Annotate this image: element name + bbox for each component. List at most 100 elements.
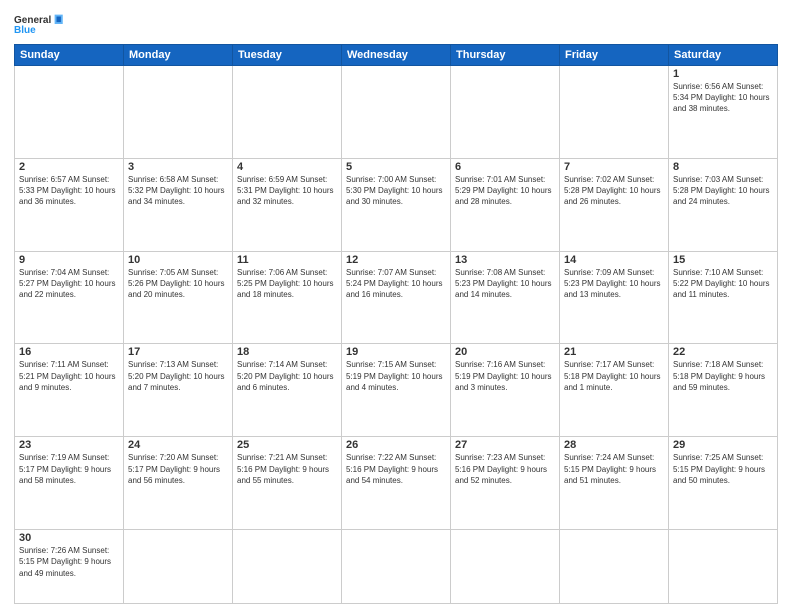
calendar-cell: 13Sunrise: 7:08 AM Sunset: 5:23 PM Dayli… (451, 251, 560, 344)
day-info: Sunrise: 7:03 AM Sunset: 5:28 PM Dayligh… (673, 174, 773, 208)
weekday-header-friday: Friday (560, 45, 669, 66)
calendar-cell: 18Sunrise: 7:14 AM Sunset: 5:20 PM Dayli… (233, 344, 342, 437)
calendar-cell: 26Sunrise: 7:22 AM Sunset: 5:16 PM Dayli… (342, 437, 451, 530)
calendar-cell (342, 530, 451, 604)
calendar-cell: 16Sunrise: 7:11 AM Sunset: 5:21 PM Dayli… (15, 344, 124, 437)
calendar-cell (342, 66, 451, 159)
calendar-cell (124, 530, 233, 604)
weekday-header-sunday: Sunday (15, 45, 124, 66)
day-number: 26 (346, 439, 446, 451)
calendar-cell: 17Sunrise: 7:13 AM Sunset: 5:20 PM Dayli… (124, 344, 233, 437)
calendar-week-3: 9Sunrise: 7:04 AM Sunset: 5:27 PM Daylig… (15, 251, 778, 344)
calendar-cell: 15Sunrise: 7:10 AM Sunset: 5:22 PM Dayli… (669, 251, 778, 344)
calendar-cell (560, 530, 669, 604)
day-number: 12 (346, 254, 446, 266)
day-number: 21 (564, 346, 664, 358)
day-info: Sunrise: 7:00 AM Sunset: 5:30 PM Dayligh… (346, 174, 446, 208)
day-number: 14 (564, 254, 664, 266)
calendar-cell: 28Sunrise: 7:24 AM Sunset: 5:15 PM Dayli… (560, 437, 669, 530)
day-info: Sunrise: 7:18 AM Sunset: 5:18 PM Dayligh… (673, 359, 773, 393)
calendar-cell: 27Sunrise: 7:23 AM Sunset: 5:16 PM Dayli… (451, 437, 560, 530)
calendar-cell: 29Sunrise: 7:25 AM Sunset: 5:15 PM Dayli… (669, 437, 778, 530)
day-number: 11 (237, 254, 337, 266)
weekday-header-tuesday: Tuesday (233, 45, 342, 66)
day-info: Sunrise: 7:16 AM Sunset: 5:19 PM Dayligh… (455, 359, 555, 393)
calendar-cell: 25Sunrise: 7:21 AM Sunset: 5:16 PM Dayli… (233, 437, 342, 530)
calendar-cell: 4Sunrise: 6:59 AM Sunset: 5:31 PM Daylig… (233, 158, 342, 251)
day-number: 1 (673, 68, 773, 80)
day-info: Sunrise: 7:13 AM Sunset: 5:20 PM Dayligh… (128, 359, 228, 393)
day-info: Sunrise: 7:07 AM Sunset: 5:24 PM Dayligh… (346, 267, 446, 301)
weekday-header-wednesday: Wednesday (342, 45, 451, 66)
day-number: 23 (19, 439, 119, 451)
calendar-cell: 14Sunrise: 7:09 AM Sunset: 5:23 PM Dayli… (560, 251, 669, 344)
day-number: 18 (237, 346, 337, 358)
calendar-cell (124, 66, 233, 159)
calendar-week-5: 23Sunrise: 7:19 AM Sunset: 5:17 PM Dayli… (15, 437, 778, 530)
calendar-cell: 3Sunrise: 6:58 AM Sunset: 5:32 PM Daylig… (124, 158, 233, 251)
day-number: 7 (564, 161, 664, 173)
day-info: Sunrise: 7:26 AM Sunset: 5:15 PM Dayligh… (19, 545, 119, 579)
day-number: 13 (455, 254, 555, 266)
day-info: Sunrise: 7:11 AM Sunset: 5:21 PM Dayligh… (19, 359, 119, 393)
calendar-cell: 5Sunrise: 7:00 AM Sunset: 5:30 PM Daylig… (342, 158, 451, 251)
day-info: Sunrise: 7:19 AM Sunset: 5:17 PM Dayligh… (19, 452, 119, 486)
calendar-cell: 19Sunrise: 7:15 AM Sunset: 5:19 PM Dayli… (342, 344, 451, 437)
day-info: Sunrise: 7:22 AM Sunset: 5:16 PM Dayligh… (346, 452, 446, 486)
day-info: Sunrise: 7:25 AM Sunset: 5:15 PM Dayligh… (673, 452, 773, 486)
day-info: Sunrise: 7:23 AM Sunset: 5:16 PM Dayligh… (455, 452, 555, 486)
calendar-cell: 24Sunrise: 7:20 AM Sunset: 5:17 PM Dayli… (124, 437, 233, 530)
day-info: Sunrise: 7:14 AM Sunset: 5:20 PM Dayligh… (237, 359, 337, 393)
day-info: Sunrise: 7:04 AM Sunset: 5:27 PM Dayligh… (19, 267, 119, 301)
calendar-cell: 8Sunrise: 7:03 AM Sunset: 5:28 PM Daylig… (669, 158, 778, 251)
calendar-table: SundayMondayTuesdayWednesdayThursdayFrid… (14, 44, 778, 604)
calendar-cell: 10Sunrise: 7:05 AM Sunset: 5:26 PM Dayli… (124, 251, 233, 344)
calendar-cell: 1Sunrise: 6:56 AM Sunset: 5:34 PM Daylig… (669, 66, 778, 159)
calendar-cell: 7Sunrise: 7:02 AM Sunset: 5:28 PM Daylig… (560, 158, 669, 251)
weekday-header-thursday: Thursday (451, 45, 560, 66)
calendar-cell: 12Sunrise: 7:07 AM Sunset: 5:24 PM Dayli… (342, 251, 451, 344)
svg-text:General: General (14, 15, 51, 26)
day-number: 17 (128, 346, 228, 358)
day-number: 10 (128, 254, 228, 266)
day-number: 22 (673, 346, 773, 358)
calendar-cell: 11Sunrise: 7:06 AM Sunset: 5:25 PM Dayli… (233, 251, 342, 344)
weekday-row: SundayMondayTuesdayWednesdayThursdayFrid… (15, 45, 778, 66)
day-number: 5 (346, 161, 446, 173)
calendar-week-4: 16Sunrise: 7:11 AM Sunset: 5:21 PM Dayli… (15, 344, 778, 437)
header: General Blue (14, 10, 778, 38)
day-info: Sunrise: 6:58 AM Sunset: 5:32 PM Dayligh… (128, 174, 228, 208)
day-info: Sunrise: 7:02 AM Sunset: 5:28 PM Dayligh… (564, 174, 664, 208)
calendar-cell (560, 66, 669, 159)
day-info: Sunrise: 7:10 AM Sunset: 5:22 PM Dayligh… (673, 267, 773, 301)
day-info: Sunrise: 7:15 AM Sunset: 5:19 PM Dayligh… (346, 359, 446, 393)
day-number: 3 (128, 161, 228, 173)
day-info: Sunrise: 7:09 AM Sunset: 5:23 PM Dayligh… (564, 267, 664, 301)
calendar-cell: 9Sunrise: 7:04 AM Sunset: 5:27 PM Daylig… (15, 251, 124, 344)
day-number: 28 (564, 439, 664, 451)
day-number: 24 (128, 439, 228, 451)
calendar-cell: 2Sunrise: 6:57 AM Sunset: 5:33 PM Daylig… (15, 158, 124, 251)
day-info: Sunrise: 6:56 AM Sunset: 5:34 PM Dayligh… (673, 81, 773, 115)
day-number: 6 (455, 161, 555, 173)
day-info: Sunrise: 7:01 AM Sunset: 5:29 PM Dayligh… (455, 174, 555, 208)
day-number: 30 (19, 532, 119, 544)
day-info: Sunrise: 7:24 AM Sunset: 5:15 PM Dayligh… (564, 452, 664, 486)
day-number: 27 (455, 439, 555, 451)
day-info: Sunrise: 7:21 AM Sunset: 5:16 PM Dayligh… (237, 452, 337, 486)
weekday-header-monday: Monday (124, 45, 233, 66)
day-info: Sunrise: 7:17 AM Sunset: 5:18 PM Dayligh… (564, 359, 664, 393)
weekday-header-saturday: Saturday (669, 45, 778, 66)
day-info: Sunrise: 7:20 AM Sunset: 5:17 PM Dayligh… (128, 452, 228, 486)
calendar-cell: 23Sunrise: 7:19 AM Sunset: 5:17 PM Dayli… (15, 437, 124, 530)
calendar-week-1: 1Sunrise: 6:56 AM Sunset: 5:34 PM Daylig… (15, 66, 778, 159)
day-info: Sunrise: 7:05 AM Sunset: 5:26 PM Dayligh… (128, 267, 228, 301)
day-number: 16 (19, 346, 119, 358)
day-number: 4 (237, 161, 337, 173)
day-number: 20 (455, 346, 555, 358)
calendar-cell: 6Sunrise: 7:01 AM Sunset: 5:29 PM Daylig… (451, 158, 560, 251)
calendar-cell (15, 66, 124, 159)
day-number: 15 (673, 254, 773, 266)
calendar-cell: 22Sunrise: 7:18 AM Sunset: 5:18 PM Dayli… (669, 344, 778, 437)
day-info: Sunrise: 7:08 AM Sunset: 5:23 PM Dayligh… (455, 267, 555, 301)
